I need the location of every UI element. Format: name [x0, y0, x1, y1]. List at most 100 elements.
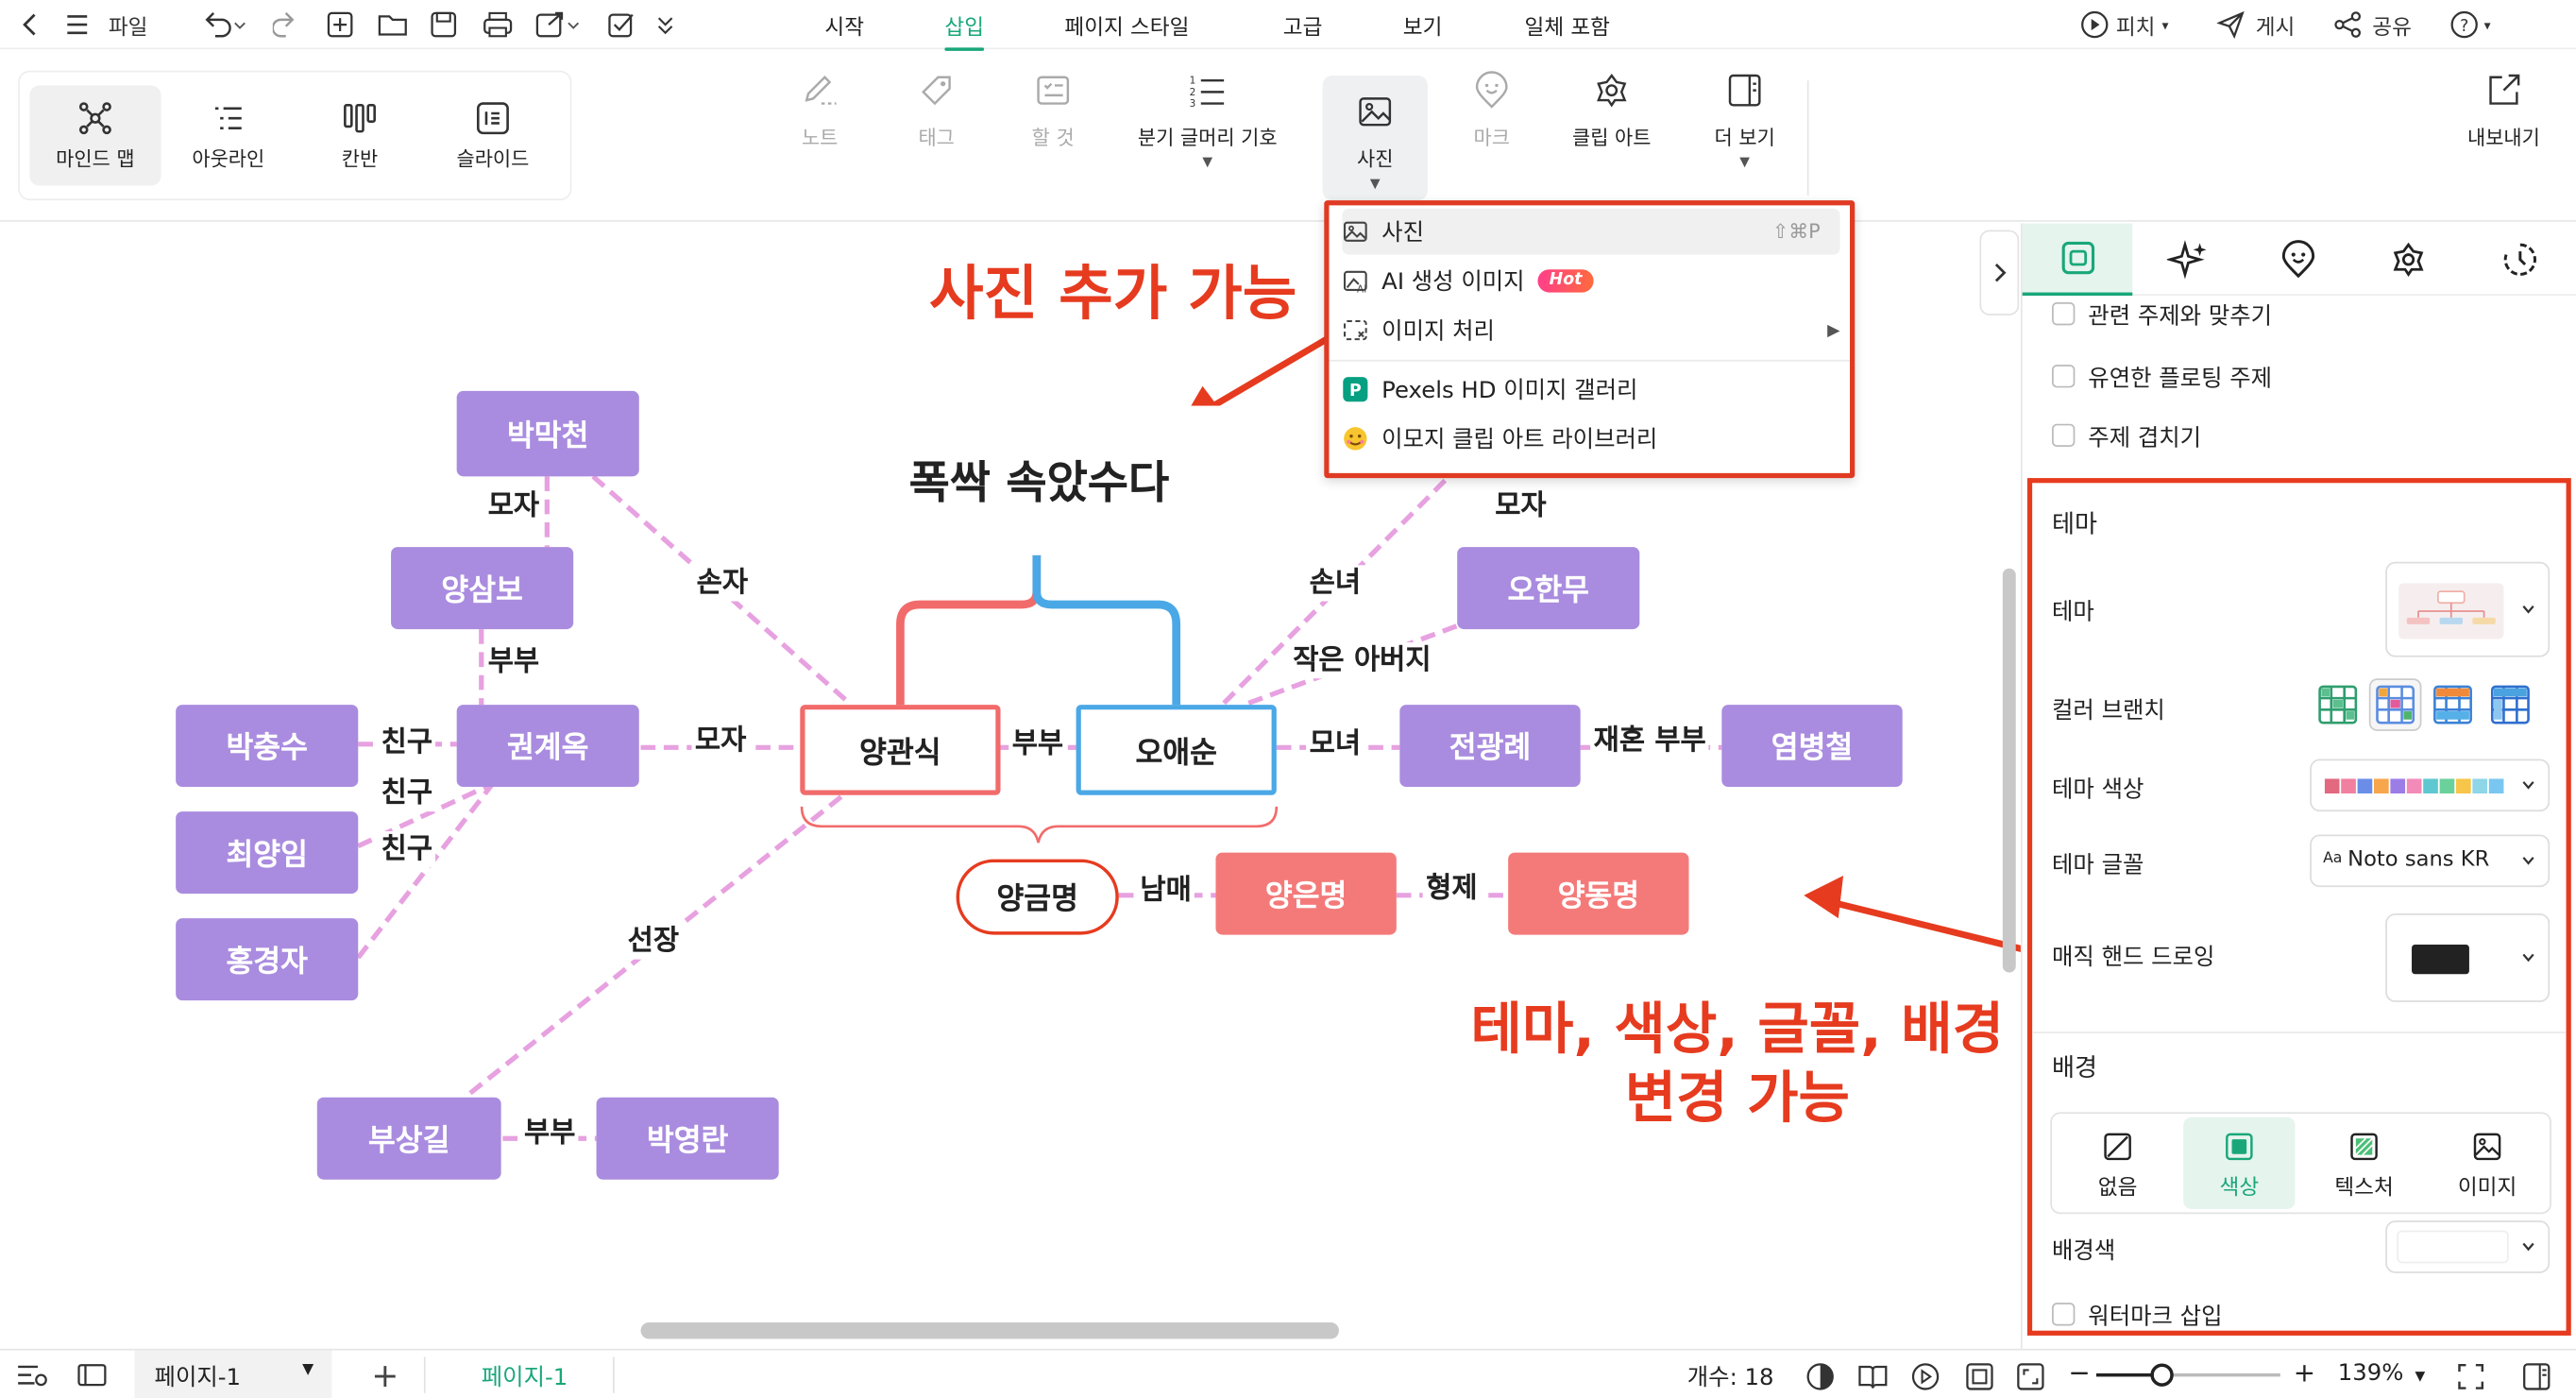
node-hong-gyeongja[interactable]: 홍경자	[176, 918, 359, 1001]
relation-label: 손녀	[1306, 565, 1364, 602]
chevron-down-icon: ▼	[302, 1361, 314, 1379]
relation-label: 남매	[1136, 872, 1195, 909]
chevron-right-icon	[1994, 264, 2007, 282]
relation-label: 모자	[484, 487, 543, 524]
pexels-icon: P	[1342, 376, 1368, 402]
color-branch-label: 컬러 브랜치	[2052, 698, 2165, 725]
theme-label: 테마	[2052, 599, 2094, 626]
play-icon	[2081, 10, 2109, 39]
color-preview	[2412, 944, 2469, 975]
section-divider	[2032, 1031, 2567, 1033]
theme-toggle-icon[interactable]	[1805, 1362, 1835, 1391]
vertical-scrollbar[interactable]	[2002, 568, 2016, 973]
node-bu-sanggil[interactable]: 부상길	[316, 1097, 501, 1180]
zoom-level[interactable]: 139%	[2338, 1360, 2404, 1387]
relation-label: 친구	[378, 724, 436, 761]
ai-image-icon: AI	[1342, 267, 1368, 294]
topic-count: 개수: 18	[1686, 1365, 1774, 1392]
book-icon[interactable]	[1856, 1362, 1890, 1391]
relation-label: 작은 아버지	[1289, 641, 1435, 679]
texture-icon	[2350, 1133, 2378, 1161]
image-process-icon	[1342, 317, 1368, 344]
zoom-in-icon[interactable]: +	[2294, 1357, 2315, 1389]
checkbox-align-related[interactable]	[2052, 301, 2076, 326]
sidebar-toggle-icon[interactable]	[2522, 1362, 2551, 1391]
font-icon: Aa	[2323, 850, 2343, 868]
fit-page-icon[interactable]	[1965, 1362, 1994, 1391]
svg-text:P: P	[1349, 382, 1362, 401]
branch-style-option-4[interactable]	[2490, 685, 2531, 725]
bg-texture-option[interactable]: 텍스처	[2301, 1117, 2426, 1209]
node-oh-hanmu[interactable]: 오한무	[1457, 547, 1640, 630]
horizontal-scrollbar[interactable]	[640, 1321, 1339, 1339]
central-topic[interactable]: 폭싹 속았수다	[809, 405, 1269, 551]
expand-icon[interactable]	[2456, 1362, 2485, 1391]
chevron-down-icon[interactable]: ▼	[2415, 1369, 2426, 1384]
hot-badge: Hot	[1537, 269, 1594, 293]
help-icon: ?	[2450, 10, 2478, 39]
share-button[interactable]: 공유	[2333, 9, 2412, 42]
bg-image-option[interactable]: 이미지	[2427, 1117, 2549, 1209]
zoom-slider[interactable]	[2095, 1363, 2280, 1387]
theme-font-select[interactable]: Aa Noto sans KR	[2310, 834, 2551, 888]
bg-none-option[interactable]: 없음	[2055, 1117, 2179, 1209]
bg-color-select[interactable]	[2385, 1220, 2551, 1273]
menu-item-ai-image[interactable]: AI AI 생성 이미지 Hot	[1342, 258, 1839, 304]
node-bak-yeongran[interactable]: 박영란	[596, 1097, 779, 1180]
smiley-icon	[2280, 240, 2314, 279]
menu-item-pexels[interactable]: P Pexels HD 이미지 갤러리	[1342, 367, 1839, 413]
background-section-title: 배경	[2052, 1052, 2098, 1083]
export-icon	[2484, 71, 2524, 111]
export-button[interactable]: 내보내기	[2454, 71, 2552, 151]
panel-tab-style[interactable]	[2022, 223, 2133, 297]
zoom-out-icon[interactable]: −	[2068, 1357, 2090, 1389]
node-bak-chungsu[interactable]: 박충수	[176, 705, 359, 788]
checkbox-overlap[interactable]	[2052, 423, 2076, 448]
pitch-button[interactable]: 피치 ▾	[2080, 9, 2168, 42]
menu-item-photo[interactable]: 사진 ⇧⌘P	[1342, 208, 1840, 255]
checkbox-watermark[interactable]	[2052, 1303, 2076, 1326]
collapse-panel-button[interactable]	[1979, 230, 2020, 315]
branch-style-option-1[interactable]	[2318, 685, 2358, 725]
theme-color-select[interactable]	[2310, 759, 2551, 812]
node-oh-aesun[interactable]: 오애순	[1076, 705, 1277, 795]
color-branch-options	[2314, 678, 2545, 731]
branch-style-option-2[interactable]	[2368, 678, 2422, 731]
post-button[interactable]: 게시	[2216, 9, 2295, 42]
play-icon[interactable]	[1910, 1362, 1940, 1391]
branch-style-option-3[interactable]	[2433, 685, 2473, 725]
node-yang-geummyeong[interactable]: 양금명	[956, 859, 1119, 935]
node-jeon-gwangrye[interactable]: 전광례	[1399, 705, 1581, 788]
outline-toggle-icon[interactable]	[15, 1363, 48, 1387]
node-bak-makcheon[interactable]: 박막천	[456, 390, 639, 477]
node-yang-gwansik[interactable]: 양관식	[800, 705, 1001, 795]
theme-section-title: 테마	[2052, 509, 2098, 539]
node-gwon-gyeok[interactable]: 권계옥	[456, 705, 639, 788]
theme-select[interactable]	[2385, 561, 2551, 657]
help-button[interactable]: ? ▾	[2449, 9, 2491, 42]
menu-item-image-process[interactable]: 이미지 처리 ▶	[1342, 307, 1840, 353]
panel-tab-mark[interactable]	[2243, 224, 2353, 297]
zoom-slider-handle[interactable]	[2150, 1363, 2174, 1387]
magic-hand-select[interactable]	[2385, 912, 2551, 1002]
fullscreen-icon[interactable]	[2016, 1362, 2045, 1391]
panel-tab-clipart[interactable]	[2352, 224, 2463, 297]
relation-label: 부부	[484, 643, 543, 680]
checkbox-floating[interactable]	[2052, 365, 2076, 388]
bg-color-option[interactable]: 색상	[2183, 1117, 2296, 1209]
node-yang-sambo[interactable]: 양삼보	[391, 547, 574, 630]
theme-color-label: 테마 색상	[2052, 776, 2144, 804]
page-panel-icon[interactable]	[77, 1363, 107, 1387]
style-icon	[2060, 241, 2094, 275]
page-select[interactable]: 페이지-1 ▼	[134, 1350, 332, 1398]
menu-item-emoji-clipart[interactable]: 이모지 클립 아트 라이브러리	[1342, 416, 1839, 462]
add-page-icon[interactable]: +	[371, 1355, 398, 1395]
share-icon	[2334, 11, 2362, 38]
panel-tab-ai[interactable]	[2132, 224, 2243, 297]
tab-page-1[interactable]: 페이지-1	[482, 1360, 568, 1393]
node-choe-yangim[interactable]: 최양임	[176, 811, 359, 895]
node-yeom-byeongcheol[interactable]: 염병철	[1721, 705, 1903, 788]
panel-tab-history[interactable]	[2463, 224, 2576, 297]
node-yang-eunmyeong[interactable]: 양은명	[1215, 852, 1397, 935]
node-yang-dongmyeong[interactable]: 양동명	[1508, 852, 1689, 935]
